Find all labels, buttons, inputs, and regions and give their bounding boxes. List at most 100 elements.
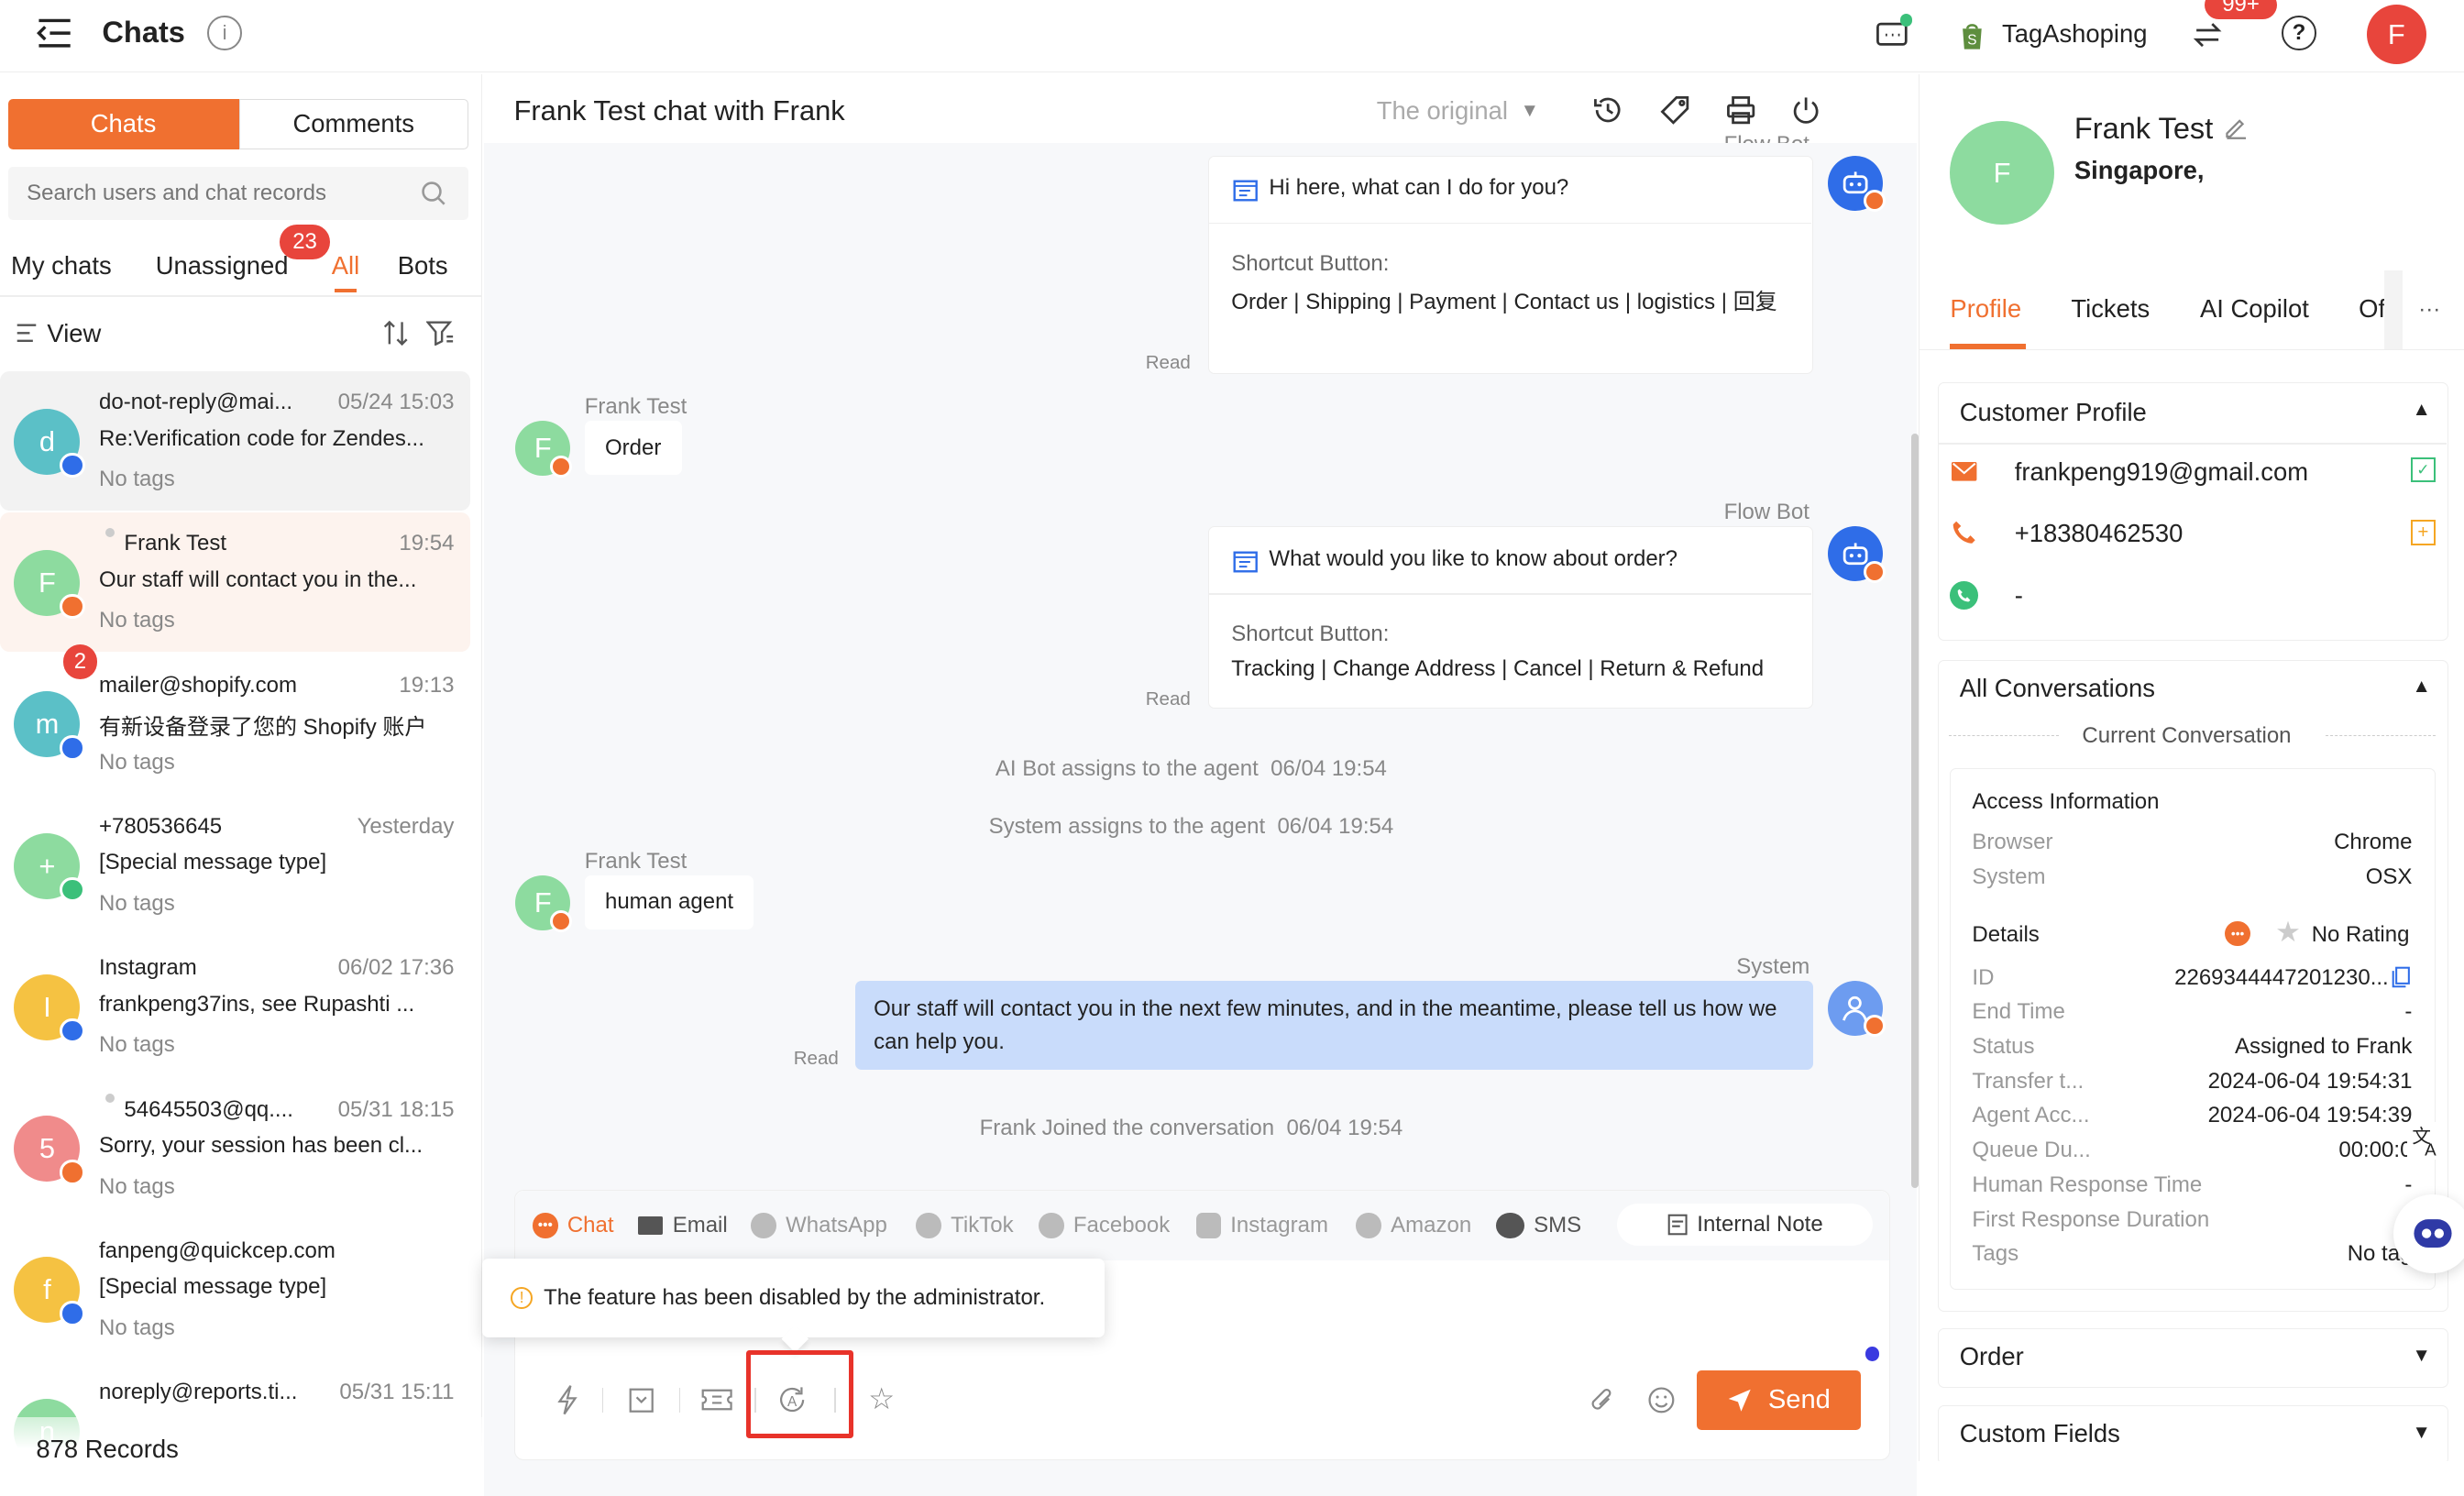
contact-name: 54645503@qq.... [124, 1096, 293, 1122]
info-icon[interactable]: i [207, 16, 242, 50]
unread-badge: 2 [62, 644, 98, 679]
chat-time: 05/24 15:03 [337, 390, 455, 415]
chat-preview: Our staff will contact you in the... [99, 566, 417, 592]
translate-mode-select[interactable]: The original ▼ [1377, 96, 1539, 126]
filter-icon[interactable] [424, 319, 456, 347]
print-icon[interactable] [1724, 93, 1759, 127]
chat-preview: Re:Verification code for Zendes... [99, 425, 424, 451]
section-title[interactable]: All Conversations [1960, 674, 2155, 703]
tab-profile[interactable]: Profile [1950, 294, 2021, 324]
menu-collapse-icon[interactable] [35, 16, 76, 50]
view-label[interactable]: View [47, 319, 101, 348]
tab-other[interactable]: Of [2359, 294, 2387, 324]
ai-rewrite-icon[interactable]: A [775, 1383, 809, 1418]
view-list-icon[interactable] [14, 321, 38, 346]
search-box[interactable] [7, 166, 468, 220]
emoji-icon[interactable] [1645, 1384, 1677, 1415]
verified-icon[interactable]: ✓ [2410, 456, 2436, 483]
tab-comments[interactable]: Comments [238, 99, 468, 149]
customer-avatar: F [1950, 121, 2054, 226]
channel-sms[interactable]: SMS [1496, 1210, 1581, 1241]
bot-heading: What would you like to know about order? [1269, 545, 1678, 571]
chat-channel-icon: ••• [2225, 920, 2250, 946]
chat-channel-icon [60, 594, 85, 620]
messenger-icon [1039, 1213, 1064, 1238]
customer-location: Singapore, [2074, 155, 2205, 184]
info-value: - [2404, 999, 2413, 1025]
translate-icon[interactable]: 文A [2407, 1122, 2446, 1160]
tab-chats[interactable]: Chats [7, 99, 239, 149]
chat-preview: frankpeng37ins, see Rupashti ... [99, 991, 415, 1017]
tab-tickets[interactable]: Tickets [2071, 294, 2150, 324]
info-value: Chrome [2334, 830, 2413, 855]
search-icon[interactable] [420, 179, 448, 207]
section-title[interactable]: Order [1960, 1342, 2024, 1371]
channel-whatsapp[interactable]: WhatsApp [751, 1210, 887, 1241]
system-bubble: Our staff will contact you in the next f… [854, 980, 1814, 1071]
attachment-icon[interactable] [1586, 1384, 1617, 1415]
channel-facebook[interactable]: Facebook [1039, 1210, 1170, 1241]
customer-whatsapp: - [2014, 581, 2023, 610]
store-name[interactable]: TagAshoping [2002, 19, 2147, 49]
channel-label: Email [672, 1213, 728, 1238]
filter-divider [0, 295, 483, 297]
quick-reply-icon[interactable] [552, 1383, 583, 1418]
channel-chat[interactable]: ••• Chat [533, 1210, 614, 1241]
chat-preview: [Special message type] [99, 1274, 327, 1300]
shortcut-label: Shortcut Button: [1231, 250, 1390, 276]
add-contact-icon[interactable]: + [2410, 520, 2436, 545]
search-input[interactable] [7, 166, 402, 220]
user-bubble: Order [584, 421, 682, 476]
filter-bots[interactable]: Bots [398, 251, 448, 280]
channel-label: TikTok [951, 1213, 1014, 1238]
customer-email[interactable]: frankpeng919@gmail.com [2015, 457, 2308, 487]
internal-note-button[interactable]: Internal Note [1617, 1204, 1874, 1247]
coupon-icon[interactable] [699, 1384, 734, 1415]
assistant-float-icon[interactable] [2392, 1194, 2464, 1273]
chevron-up-icon[interactable]: ▲ [2409, 398, 2434, 423]
chevron-down-icon[interactable]: ▼ [2409, 1344, 2434, 1369]
sms-icon [1496, 1213, 1524, 1238]
shopify-icon: S [1956, 17, 1987, 52]
channel-instagram[interactable]: Instagram [1195, 1210, 1328, 1241]
more-icon[interactable]: ··· [2414, 294, 2445, 325]
send-button[interactable]: Send [1697, 1370, 1861, 1430]
power-icon[interactable] [1788, 93, 1823, 127]
help-icon[interactable]: ? [2282, 16, 2316, 50]
channel-amazon[interactable]: Amazon [1356, 1210, 1471, 1241]
chat-tags: No tags [99, 1032, 175, 1058]
chat-time: 06/02 17:36 [337, 955, 455, 981]
channel-tiktok[interactable]: TikTok [916, 1210, 1014, 1241]
chevron-up-icon[interactable]: ▲ [2409, 674, 2434, 698]
filter-my-chats[interactable]: My chats [11, 251, 112, 280]
tag-icon[interactable] [1658, 93, 1693, 127]
shortcut-buttons[interactable]: Tracking | Change Address | Cancel | Ret… [1231, 656, 1764, 682]
read-status: Read [1145, 352, 1191, 373]
transfer-icon[interactable] [2191, 17, 2226, 52]
contact-name: noreply@reports.ti... [99, 1380, 298, 1405]
sort-icon[interactable] [382, 317, 411, 348]
section-title[interactable]: Custom Fields [1960, 1419, 2120, 1448]
channel-email[interactable]: Email [638, 1210, 728, 1241]
access-info-title: Access Information [1972, 788, 2160, 814]
whatsapp-icon [751, 1213, 776, 1238]
filter-all[interactable]: All [332, 251, 359, 280]
chat-scrollbar[interactable] [1910, 434, 1920, 1188]
template-icon[interactable] [625, 1384, 656, 1415]
contact-name: Frank Test [124, 531, 227, 556]
customer-phone[interactable]: +18380462530 [2015, 519, 2184, 548]
shortcut-buttons[interactable]: Order | Shipping | Payment | Contact us … [1231, 285, 1797, 320]
chevron-down-icon[interactable]: ▼ [2409, 1421, 2434, 1446]
filter-unassigned[interactable]: Unassigned [156, 251, 289, 280]
instagram-icon [1195, 1213, 1221, 1238]
history-icon[interactable] [1590, 93, 1625, 127]
chat-preview: [Special message type] [99, 850, 327, 875]
tab-ai-copilot[interactable]: AI Copilot [2200, 294, 2309, 324]
section-title[interactable]: Customer Profile [1960, 398, 2147, 427]
edit-icon[interactable] [2220, 112, 2251, 143]
copy-icon[interactable] [2390, 965, 2412, 990]
star-icon[interactable]: ☆ [864, 1381, 899, 1416]
user-bubble: human agent [584, 874, 754, 930]
user-avatar[interactable]: F [2366, 5, 2426, 65]
chat-title: Frank Test chat with Frank [513, 94, 845, 126]
